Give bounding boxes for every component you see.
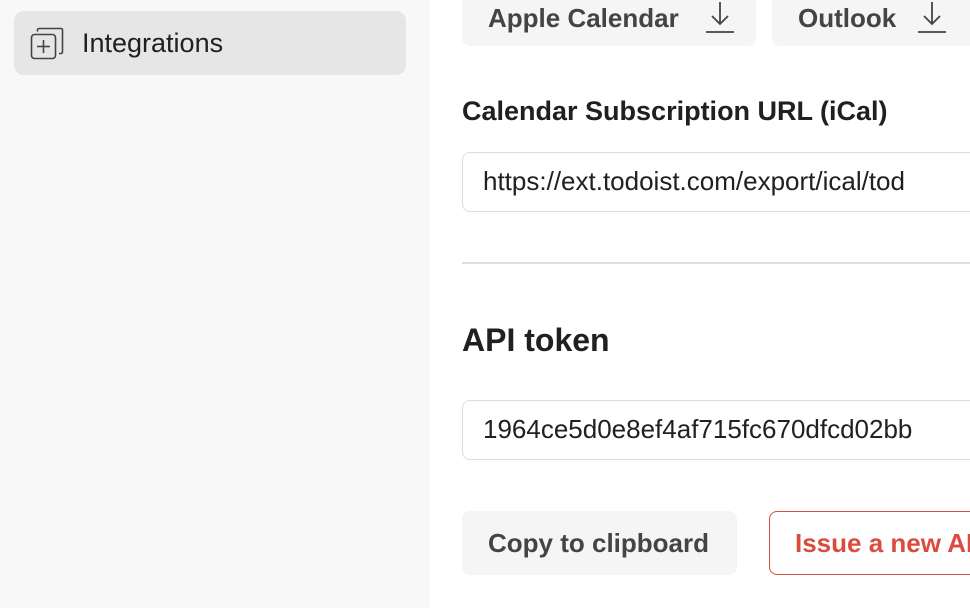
section-divider — [462, 262, 970, 264]
download-icon — [704, 0, 736, 36]
ical-url-input[interactable] — [483, 153, 970, 210]
copy-to-clipboard-label: Copy to clipboard — [488, 528, 709, 558]
issue-new-api-token-label: Issue a new AI — [795, 528, 970, 558]
sidebar-item-integrations[interactable]: Integrations — [14, 11, 406, 75]
ical-url-field[interactable] — [462, 152, 970, 212]
copy-to-clipboard-button[interactable]: Copy to clipboard — [462, 511, 737, 575]
plus-square-stack-icon — [30, 27, 64, 61]
api-token-input[interactable] — [483, 401, 970, 458]
api-token-field[interactable] — [462, 400, 970, 460]
download-icon — [916, 0, 948, 36]
issue-new-api-token-button[interactable]: Issue a new AI — [769, 511, 970, 575]
sidebar-item-label: Integrations — [82, 28, 224, 58]
outlook-button[interactable]: Outlook — [772, 0, 970, 46]
ical-url-label: Calendar Subscription URL (iCal) — [462, 96, 888, 126]
settings-sidebar: Integrations — [0, 0, 430, 608]
api-token-title: API token — [462, 322, 610, 358]
integrations-panel: Apple Calendar Outlook Calendar Subscrip… — [430, 0, 970, 608]
outlook-label: Outlook — [798, 3, 897, 33]
settings-window: Integrations Apple Calendar Outlook Cale… — [0, 0, 970, 608]
apple-calendar-button[interactable]: Apple Calendar — [462, 0, 756, 46]
apple-calendar-label: Apple Calendar — [488, 3, 679, 33]
